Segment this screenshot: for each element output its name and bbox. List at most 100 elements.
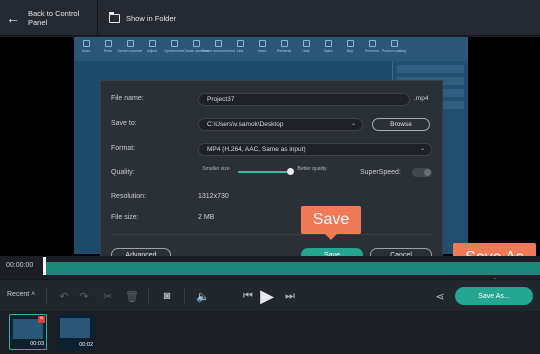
recorded-toolbar-item: Screen recorder (117, 37, 143, 61)
save-to-label: Save to: (111, 120, 137, 127)
recorded-toolbar-item: Help (296, 37, 316, 61)
format-value: MP4 (H.264, AAC, Same as input) (207, 146, 306, 153)
format-dropdown[interactable]: MP4 (H.264, AAC, Same as input) ⌄ (198, 143, 432, 156)
file-name-field[interactable]: Project37 (198, 93, 410, 106)
format-label: Format: (111, 145, 136, 152)
recorded-toolbar-label: Link (236, 49, 244, 53)
recorded-toolbar-item: Insert (252, 37, 272, 61)
save-callout: Save (301, 206, 361, 240)
undo-icon[interactable]: ↶ (56, 288, 72, 304)
quality-smaller-label: Smaller size (202, 166, 230, 172)
trash-icon[interactable]: 🗑 (124, 288, 140, 304)
toolbar-glyph-icon (82, 40, 90, 47)
recorded-toolbar-label: Screen recorder (117, 49, 143, 53)
timecode: 00:00:00 (6, 262, 34, 269)
show-in-folder-label: Show in Folder (126, 13, 177, 23)
recorded-toolbar-item: Elements (274, 37, 294, 61)
folder-icon (108, 11, 120, 23)
toolbar-glyph-icon (170, 40, 178, 47)
save-to-dropdown[interactable]: C:\Users\v.samok\Desktop ⌄ (198, 118, 363, 131)
scissors-icon[interactable]: ✂ (100, 288, 116, 304)
toolbar-glyph-icon (368, 40, 376, 47)
recorded-toolbar-label: Product catalog (381, 49, 407, 53)
recording-thumbnail[interactable]: × 00:03 (9, 314, 47, 350)
back-to-control-panel-button[interactable]: ← Back to Control Panel (6, 4, 94, 32)
recorded-app-toolbar: Undo Redo Screen recorder Adjust Synchronize… (74, 37, 468, 61)
toolbar-glyph-icon (302, 40, 310, 47)
back-label: Back to Control Panel (28, 9, 80, 27)
resolution-value: 1312x730 (198, 193, 229, 200)
thumbnail-image (60, 318, 90, 338)
show-in-folder-button[interactable]: Show in Folder (108, 10, 177, 26)
toolbar-glyph-icon (104, 40, 112, 47)
panel-row (397, 65, 464, 73)
toolbar-glyph-icon (214, 40, 222, 47)
recorded-toolbar-label: Adjust (147, 49, 157, 53)
toolbar-glyph-icon (236, 40, 244, 47)
recordings-strip: × 00:03 00:02 (0, 312, 540, 354)
recorded-toolbar-label: Buy (346, 49, 354, 53)
redo-icon[interactable]: ↷ (76, 288, 92, 304)
chevron-down-icon: ⌄ (350, 121, 356, 127)
recording-thumbnail[interactable]: 00:02 (57, 314, 95, 350)
toolbar-glyph-icon (280, 40, 288, 47)
recorded-toolbar-label: Insert (257, 49, 267, 53)
play-icon[interactable]: ▶ (259, 286, 275, 306)
toolbar-glyph-icon (126, 40, 134, 47)
top-bar: ← Back to Control Panel Show in Folder (0, 0, 540, 36)
save-as-button[interactable]: Save As... (455, 287, 533, 305)
thumbnail-duration: 00:02 (79, 342, 93, 348)
divider (184, 288, 185, 304)
recorded-toolbar-item: Link (230, 37, 250, 61)
close-icon[interactable]: × (38, 316, 45, 323)
skip-back-icon[interactable]: ⏮ (240, 288, 256, 304)
save-to-value: C:\Users\v.samok\Desktop (207, 121, 284, 128)
recorded-toolbar-item: Undo (76, 37, 96, 61)
recorded-toolbar-item: Redo (98, 37, 118, 61)
file-size-value: 2 MB (198, 214, 215, 221)
toolbar-glyph-icon (346, 40, 354, 47)
divider (46, 288, 47, 304)
recorded-toolbar-label: Redo (103, 49, 113, 53)
recorded-toolbar-item: Product catalog (381, 37, 407, 61)
recorded-toolbar-label: Premium (364, 49, 379, 53)
recorded-toolbar-item: Synchronize (164, 37, 184, 61)
toolbar-glyph-icon (192, 40, 200, 47)
save-dialog: File name: Project37 .mp4 Save to: C:\Us… (100, 80, 443, 268)
recorded-toolbar-item: Premium (362, 37, 382, 61)
camera-icon[interactable]: ◙ (159, 288, 175, 304)
timeline-track[interactable] (44, 262, 540, 275)
recorded-toolbar-label: Elements (276, 49, 292, 53)
recorded-toolbar-label: Synchronize (164, 49, 184, 53)
recorded-toolbar-item: Picture enhancement (201, 37, 235, 61)
skip-forward-icon[interactable]: ⏭ (282, 288, 298, 304)
superspeed-toggle[interactable] (412, 168, 432, 177)
toolbar-glyph-icon (390, 40, 398, 47)
recent-dropdown[interactable]: Recent ˄ (7, 291, 35, 298)
chevron-up-icon: ˄ (31, 291, 36, 298)
quality-slider-handle[interactable] (287, 168, 294, 175)
quality-slider[interactable] (238, 171, 293, 173)
quality-better-label: Better quality (297, 166, 327, 172)
recorded-toolbar-label: Undo (81, 49, 91, 53)
file-extension: .mp4 (414, 95, 429, 102)
divider (97, 0, 98, 36)
timeline[interactable]: 00:00:00 (0, 256, 540, 278)
file-size-label: File size: (111, 214, 139, 221)
thumbnail-duration: 00:03 (30, 341, 44, 347)
chevron-down-icon: ⌄ (419, 146, 425, 152)
recorded-toolbar-item: Sales (318, 37, 338, 61)
recent-label: Recent (7, 291, 30, 298)
resolution-label: Resolution: (111, 193, 147, 200)
recorded-toolbar-label: Sales (323, 49, 333, 53)
toolbar-glyph-icon (324, 40, 332, 47)
browse-button[interactable]: Browse (372, 118, 430, 131)
divider (148, 288, 149, 304)
volume-icon[interactable]: 🔈 (195, 288, 211, 304)
arrow-left-icon: ← (6, 10, 20, 26)
playhead[interactable] (43, 257, 46, 275)
superspeed-label: SuperSpeed: (360, 169, 401, 176)
recorded-toolbar-item: Buy (340, 37, 360, 61)
toolbar-glyph-icon (258, 40, 266, 47)
share-icon[interactable]: ⋖ (432, 288, 448, 304)
